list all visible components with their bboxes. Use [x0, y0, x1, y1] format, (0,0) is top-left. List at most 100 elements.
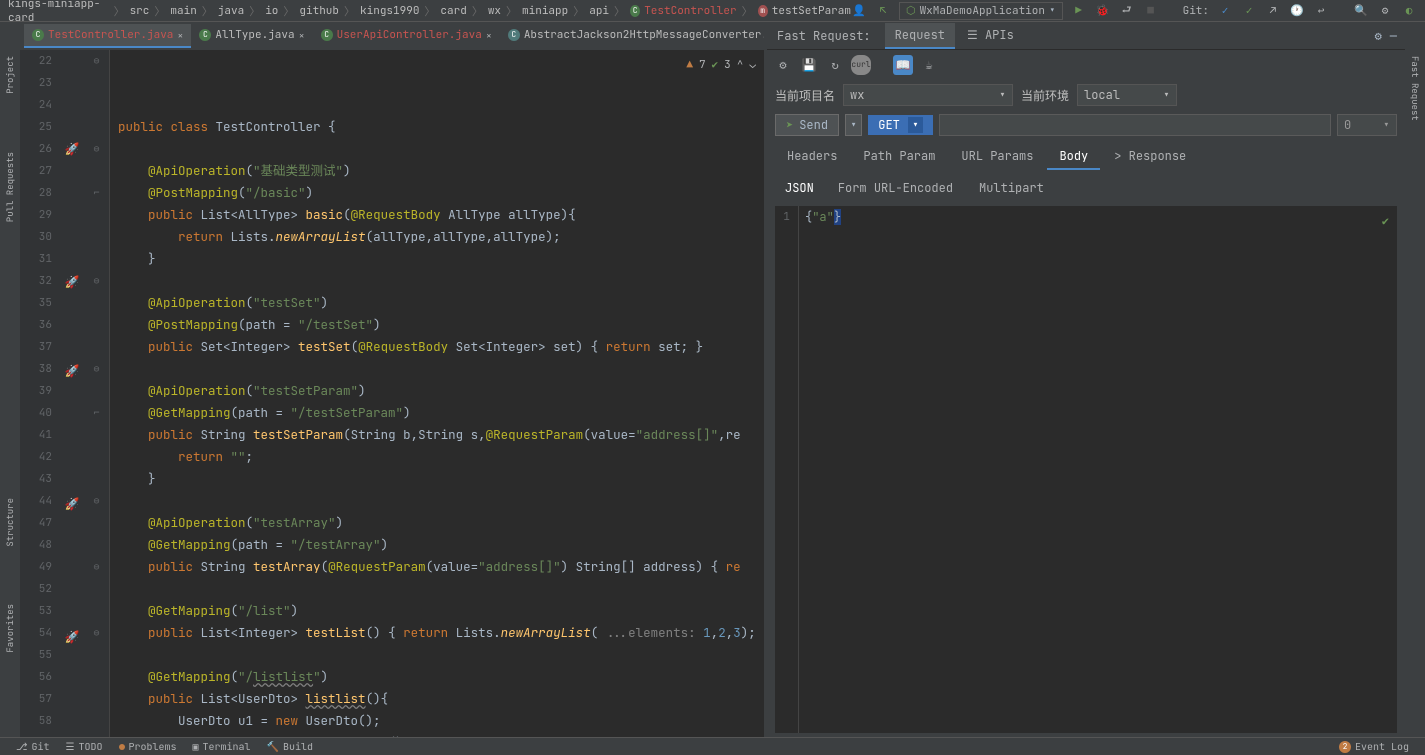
settings-icon[interactable]: ⚙ — [773, 55, 793, 75]
favorites-toolwindow[interactable]: Favorites — [4, 600, 16, 657]
tool-header: Fast Request: Request ☰ APIs ⚙ — — [767, 22, 1405, 50]
tab-label: UserApiController.java — [337, 28, 482, 42]
vcs-rollback-icon[interactable]: ↩ — [1313, 3, 1329, 19]
chevron-down-icon[interactable]: ⌄ — [749, 54, 756, 76]
crumb-method[interactable]: testSetParam — [772, 4, 851, 18]
tool-title: Fast Request: — [767, 28, 881, 44]
crumb[interactable]: card — [440, 4, 466, 18]
problems-toolwindow[interactable]: Problems — [111, 740, 185, 753]
ok-icon: ✔ — [712, 54, 719, 76]
debug-icon[interactable]: 🐞 — [1095, 3, 1111, 19]
terminal-icon: ▣ — [193, 740, 199, 753]
vcs-history-icon[interactable]: 🕐 — [1289, 3, 1305, 19]
url-input[interactable] — [939, 114, 1331, 136]
chevron-up-icon[interactable]: ^ — [737, 54, 744, 76]
list-icon: ☰ — [967, 27, 978, 43]
body-tab-json[interactable]: JSON — [775, 176, 824, 200]
crumb[interactable]: src — [130, 4, 150, 18]
env-select[interactable]: local▾ — [1077, 84, 1177, 106]
search-icon[interactable]: 🔍 — [1353, 3, 1369, 19]
build-toolwindow[interactable]: 🔨Build — [259, 740, 321, 753]
editor-tab[interactable]: C AllType.java × — [191, 24, 312, 48]
event-log[interactable]: 2Event Log — [1331, 740, 1417, 753]
chevron-down-icon: ▾ — [908, 117, 923, 133]
crumb[interactable]: main — [170, 4, 196, 18]
chevron-down-icon: ▾ — [1163, 87, 1170, 103]
notifications-icon[interactable]: ◐ — [1401, 3, 1417, 19]
body-tab-multipart[interactable]: Multipart — [967, 176, 1056, 200]
crumb[interactable]: api — [589, 4, 609, 18]
breadcrumb[interactable]: kings-miniapp-card〉 src〉 main〉 java〉 io〉… — [8, 0, 851, 25]
tool-tab-apis[interactable]: ☰ APIs — [957, 23, 1024, 49]
user-icon[interactable]: 👤 — [851, 3, 867, 19]
tab-headers[interactable]: Headers — [775, 144, 849, 170]
param-tabs: Headers Path Param URL Params Body > Res… — [767, 140, 1405, 174]
right-toolwindow-bar: Fast Request — [1405, 22, 1425, 737]
tab-label: AllType.java — [215, 28, 294, 42]
class-icon: C — [199, 29, 211, 41]
code-content[interactable]: ▲7 ✔3 ^ ⌄ public class TestController { … — [110, 50, 764, 737]
stop-icon[interactable]: ■ — [1143, 3, 1159, 19]
refresh-icon[interactable]: ↻ — [825, 55, 845, 75]
crumb[interactable]: kings-miniapp-card — [8, 0, 109, 25]
close-icon[interactable]: × — [299, 29, 305, 42]
tool-tab-request[interactable]: Request — [885, 23, 955, 49]
structure-toolwindow[interactable]: Structure — [4, 494, 16, 551]
class-icon: C — [630, 5, 640, 17]
check-icon: ✔ — [1382, 212, 1389, 230]
fold-gutter[interactable]: ⊖ ⊖ ⌐ ⊖ ⊖ ⌐ ⊖ ⊖ ⊖ — [84, 50, 110, 737]
crumb[interactable]: java — [218, 4, 244, 18]
send-button[interactable]: ➤Send — [775, 114, 839, 136]
tab-response[interactable]: > Response — [1102, 144, 1198, 170]
count-select[interactable]: 0▾ — [1337, 114, 1397, 136]
top-toolbar: 👤 ↖ ⬡ WxMaDemoApplication ▾ ▶ 🐞 ⮐ ■ Git:… — [851, 2, 1417, 20]
gear-icon[interactable]: ⚙ — [1375, 28, 1382, 44]
back-arrow-icon[interactable]: ↖ — [875, 3, 891, 19]
tab-path-param[interactable]: Path Param — [851, 144, 947, 170]
crumb[interactable]: io — [265, 4, 278, 18]
method-select[interactable]: GET▾ — [868, 115, 933, 135]
vcs-commit-icon[interactable]: ✓ — [1241, 3, 1257, 19]
run-configuration-select[interactable]: ⬡ WxMaDemoApplication ▾ — [899, 2, 1063, 20]
settings-icon[interactable]: ⚙ — [1377, 3, 1393, 19]
minimize-icon[interactable]: — — [1390, 28, 1397, 44]
gutter-icons[interactable]: 🚀 🚀 🚀 🚀 🚀 — [60, 50, 84, 737]
class-icon: C — [508, 29, 520, 41]
body-editor[interactable]: 1 {"a"} ✔ — [775, 206, 1397, 733]
crumb-class[interactable]: TestController — [644, 4, 736, 18]
close-icon[interactable]: × — [177, 29, 183, 42]
close-icon[interactable]: × — [486, 29, 492, 42]
tab-url-params[interactable]: URL Params — [949, 144, 1045, 170]
crumb[interactable]: miniapp — [522, 4, 568, 18]
fast-request-panel: Fast Request: Request ☰ APIs ⚙ — ⚙ 💾 ↻ c… — [767, 22, 1405, 737]
body-tab-form[interactable]: Form URL-Encoded — [826, 176, 965, 200]
editor-body[interactable]: 2223242526272829303132353637383940414243… — [20, 50, 764, 737]
tab-label: TestController.java — [48, 28, 173, 42]
project-select[interactable]: wx▾ — [843, 84, 1013, 106]
git-toolwindow[interactable]: ⎇Git — [8, 740, 58, 753]
terminal-toolwindow[interactable]: ▣Terminal — [185, 740, 259, 753]
pullrequests-toolwindow[interactable]: Pull Requests — [4, 148, 16, 226]
coffee-icon[interactable]: ☕ — [919, 55, 939, 75]
vcs-push-icon[interactable]: ↗ — [1265, 3, 1281, 19]
vcs-label: Git: — [1183, 4, 1209, 18]
crumb[interactable]: github — [299, 4, 339, 18]
send-dropdown[interactable]: ▾ — [845, 114, 862, 136]
env-label: 当前环境 — [1021, 87, 1069, 104]
crumb[interactable]: wx — [488, 4, 501, 18]
tab-body[interactable]: Body — [1047, 144, 1100, 170]
project-toolwindow[interactable]: Project — [4, 52, 16, 98]
body-code[interactable]: {"a"} ✔ — [799, 206, 1397, 733]
editor-tab[interactable]: CUserApiController.java× — [313, 24, 500, 48]
run-icon[interactable]: ▶ — [1071, 3, 1087, 19]
editor-tab[interactable]: CTestController.java× — [24, 24, 191, 48]
inspection-widget[interactable]: ▲7 ✔3 ^ ⌄ — [686, 54, 756, 76]
fast-request-toolwindow[interactable]: Fast Request — [1409, 52, 1421, 125]
run-coverage-icon[interactable]: ⮐ — [1119, 3, 1135, 19]
doc-icon[interactable]: 📖 — [893, 55, 913, 75]
vcs-update-icon[interactable]: ✓ — [1217, 3, 1233, 19]
curl-icon[interactable]: curl — [851, 55, 871, 75]
crumb[interactable]: kings1990 — [360, 4, 419, 18]
save-icon[interactable]: 💾 — [799, 55, 819, 75]
todo-toolwindow[interactable]: ☰TODO — [58, 740, 111, 753]
